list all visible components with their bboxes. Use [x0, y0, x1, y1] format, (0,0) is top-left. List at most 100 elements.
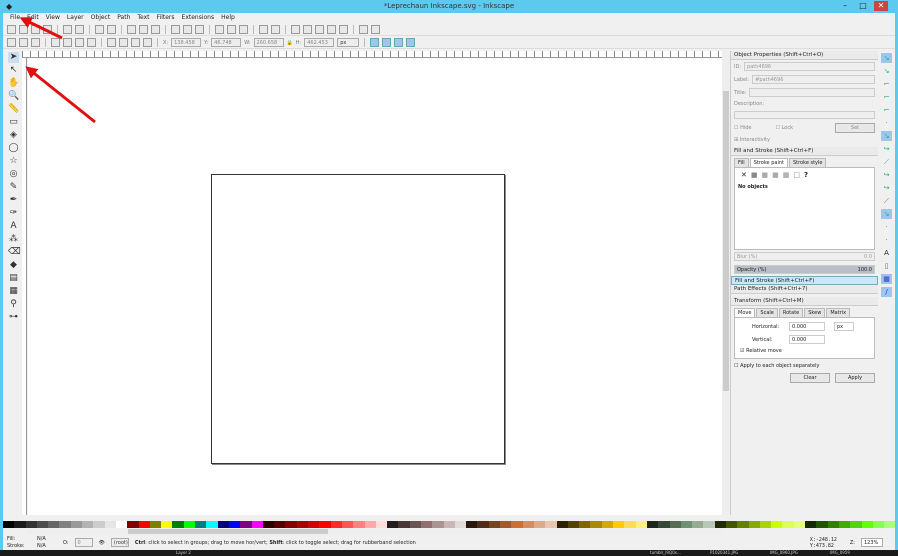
description-field[interactable] — [734, 111, 875, 119]
tweak-tool-icon[interactable]: ✋ — [8, 78, 19, 89]
height-field[interactable]: 462.453 — [304, 38, 335, 47]
menu-text[interactable]: Text — [137, 13, 149, 23]
palette-swatch[interactable] — [104, 521, 116, 528]
snap-page-border-icon[interactable]: ▯ — [881, 261, 892, 271]
palette-swatch[interactable] — [590, 521, 602, 528]
taskbar-item[interactable]: tumblr_l9Q0x... — [650, 550, 681, 555]
text-tool-icon[interactable]: A — [8, 221, 19, 232]
palette-swatch[interactable] — [398, 521, 410, 528]
star-tool-icon[interactable]: ☆ — [8, 156, 19, 167]
tab-skew[interactable]: Skew — [804, 308, 826, 317]
menu-filters[interactable]: Filters — [157, 13, 175, 23]
palette-swatch[interactable] — [217, 521, 229, 528]
scroll-thumb[interactable] — [128, 529, 328, 534]
snap-others-icon[interactable]: ↘ — [881, 209, 892, 219]
snap-cusp-icon[interactable]: ↪ — [881, 170, 892, 180]
group-icon[interactable] — [259, 25, 268, 34]
snap-bbox-icon[interactable]: ↘ — [881, 66, 892, 76]
text-font-icon[interactable] — [303, 25, 312, 34]
palette-swatch[interactable] — [827, 521, 839, 528]
layer-visibility-icon[interactable]: 👁 — [99, 540, 105, 546]
snap-smooth-icon[interactable]: ↪ — [881, 183, 892, 193]
taskbar-item[interactable]: IMG_0960.JPG — [770, 550, 798, 555]
undo-icon[interactable] — [95, 25, 104, 34]
flat-color-icon[interactable]: ■ — [751, 171, 758, 179]
relative-move-checkbox[interactable]: ☑ Relative move — [740, 348, 782, 354]
flip-horizontal-icon[interactable] — [75, 38, 84, 47]
rectangle-tool-icon[interactable]: ▭ — [8, 117, 19, 128]
print-icon[interactable] — [43, 25, 52, 34]
pattern-icon[interactable]: ▦ — [783, 171, 790, 179]
zoom-selection-icon[interactable] — [171, 25, 180, 34]
zoom-drawing-icon[interactable] — [183, 25, 192, 34]
lock-icon[interactable]: 🔒 — [287, 40, 293, 46]
menu-object[interactable]: Object — [91, 13, 111, 23]
raise-icon[interactable] — [131, 38, 140, 47]
palette-swatch[interactable] — [726, 521, 738, 528]
tab-rotate[interactable]: Rotate — [778, 308, 804, 317]
taskbar-item[interactable]: IMG_0959 — [830, 550, 850, 555]
unlink-clone-icon[interactable] — [239, 25, 248, 34]
palette-swatch[interactable] — [296, 521, 309, 528]
spiral-tool-icon[interactable]: ◎ — [8, 169, 19, 180]
transform-gradients-icon[interactable] — [394, 38, 404, 47]
scroll-thumb[interactable] — [723, 91, 729, 391]
palette-swatch[interactable] — [172, 521, 184, 528]
blur-slider[interactable]: Blur (%) 0.0 — [734, 252, 875, 261]
palette-swatch[interactable] — [353, 521, 365, 528]
menu-file[interactable]: File — [10, 13, 20, 23]
cut-icon[interactable] — [139, 25, 148, 34]
rotate-ccw-icon[interactable] — [51, 38, 60, 47]
palette-swatch[interactable] — [624, 521, 636, 528]
snap-toggle-icon[interactable]: ↘ — [881, 53, 892, 63]
fill-stroke-icon[interactable] — [291, 25, 300, 34]
palette-swatch[interactable] — [748, 521, 760, 528]
palette-swatch[interactable] — [375, 521, 388, 528]
mesh-tool-icon[interactable]: ▦ — [8, 286, 19, 297]
deselect-icon[interactable] — [31, 38, 40, 47]
snap-bbox-midpoint-icon[interactable]: ⌐ — [881, 105, 892, 115]
horizontal-scrollbar[interactable] — [28, 529, 722, 534]
snap-bbox-edge-icon[interactable]: ⌐ — [881, 79, 892, 89]
palette-swatch[interactable] — [771, 521, 783, 528]
zoom-tool-icon[interactable]: 🔍 — [8, 91, 19, 102]
color-palette[interactable] — [3, 521, 896, 528]
raise-top-icon[interactable] — [143, 38, 152, 47]
pencil-tool-icon[interactable]: ✎ — [8, 182, 19, 193]
palette-swatch[interactable] — [680, 521, 693, 528]
palette-swatch[interactable] — [601, 521, 614, 528]
unit-select[interactable]: px — [834, 322, 854, 331]
id-field[interactable]: path4696 — [744, 62, 875, 71]
export-icon[interactable] — [75, 25, 84, 34]
unit-select[interactable]: px — [337, 38, 360, 47]
ellipse-tool-icon[interactable]: ◯ — [8, 143, 19, 154]
apply-button[interactable]: Apply — [835, 373, 875, 383]
connector-tool-icon[interactable]: ⊶ — [8, 312, 19, 323]
palette-swatch[interactable] — [3, 521, 15, 528]
snap-guide-icon[interactable]: / — [881, 287, 892, 297]
palette-swatch[interactable] — [228, 521, 241, 528]
paint-bucket-tool-icon[interactable]: ◆ — [8, 260, 19, 271]
palette-swatch[interactable] — [36, 521, 49, 528]
y-field[interactable]: 46.748 — [211, 38, 242, 47]
minimize-button[interactable]: – — [838, 1, 852, 11]
gradient-tool-icon[interactable]: ▤ — [8, 273, 19, 284]
palette-swatch[interactable] — [149, 521, 162, 528]
scale-stroke-icon[interactable] — [370, 38, 380, 47]
spray-tool-icon[interactable]: ⁂ — [8, 234, 19, 245]
menu-layer[interactable]: Layer — [67, 13, 84, 23]
palette-swatch[interactable] — [646, 521, 659, 528]
menu-extensions[interactable]: Extensions — [182, 13, 215, 23]
palette-swatch[interactable] — [703, 521, 715, 528]
palette-swatch[interactable] — [240, 521, 252, 528]
snap-paths-icon[interactable]: ↪ — [881, 144, 892, 154]
snap-text-baseline-icon[interactable]: A — [881, 248, 892, 258]
layer-select[interactable]: (root) — [110, 538, 129, 547]
tab-scale[interactable]: Scale — [756, 308, 778, 317]
palette-swatch[interactable] — [556, 521, 568, 528]
set-button[interactable]: Set — [835, 123, 875, 133]
menu-help[interactable]: Help — [221, 13, 235, 23]
palette-swatch[interactable] — [308, 521, 320, 528]
flip-vertical-icon[interactable] — [87, 38, 96, 47]
palette-swatch[interactable] — [805, 521, 817, 528]
